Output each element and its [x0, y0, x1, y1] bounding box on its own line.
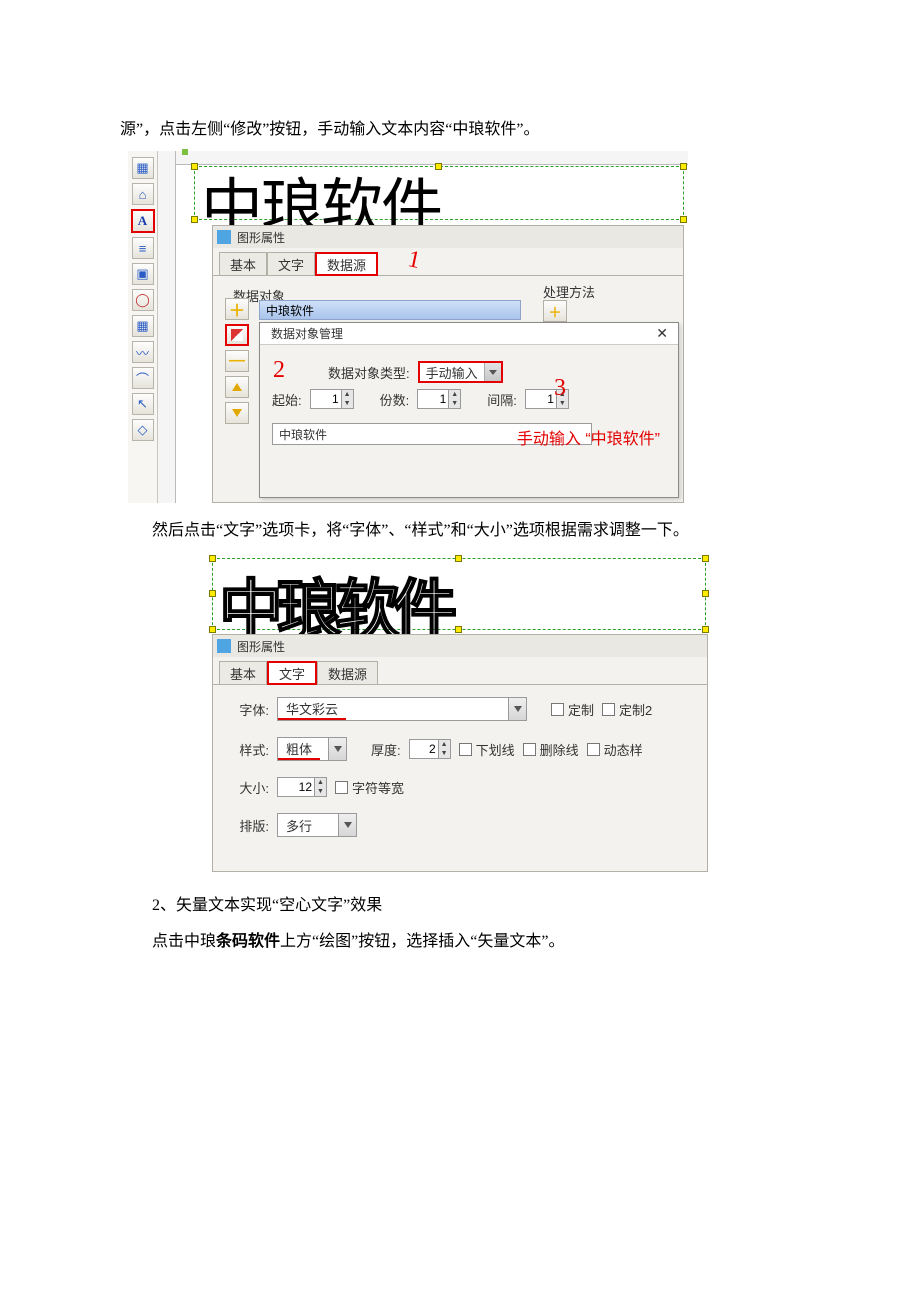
paragraph-3a: 2、矢量文本实现“空心文字”效果: [120, 888, 800, 923]
pencil-icon: [231, 329, 243, 341]
font-combo[interactable]: 华文彩云: [277, 697, 527, 721]
layout-label: 排版:: [229, 816, 269, 835]
screenshot-2: 中琅软件 图形属性 基本 文字 数据源 字体:: [208, 554, 712, 876]
tool-icon[interactable]: 〰: [132, 341, 154, 363]
add-process-button[interactable]: ＋: [543, 300, 567, 322]
text-tool-icon[interactable]: A: [131, 209, 155, 233]
chevron-down-icon[interactable]: [508, 698, 526, 720]
type-label: 数据对象类型:: [328, 363, 410, 382]
paragraph-2: 然后点击“文字”选项卡，将“字体”、“样式”和“大小”选项根据需求调整一下。: [120, 513, 800, 548]
font-value: 华文彩云: [278, 699, 346, 720]
panel-title-bar: 图形属性: [213, 226, 683, 248]
screenshot-1: ▦ ⌂ A ≡ ▣ ◯ ▦ 〰 ⌒ ↖ ◇ 中琅软件 图形属性: [128, 151, 688, 503]
data-object-dialog: 数据对象管理 ✕ 数据对象类型: 手动输入 起始:: [259, 322, 679, 498]
annotation-2: 2: [273, 357, 285, 384]
start-spin[interactable]: ▲▼: [310, 389, 354, 409]
custom1-checkbox[interactable]: 定制: [551, 700, 594, 719]
chevron-down-icon[interactable]: [328, 738, 346, 760]
paragraph-3b: 点击中琅条码软件上方“绘图”按钮，选择插入“矢量文本”。: [120, 924, 800, 959]
size-input[interactable]: [278, 778, 314, 796]
count-spin[interactable]: ▲▼: [417, 389, 461, 409]
count-label: 份数:: [380, 390, 410, 409]
panel-title: 图形属性: [237, 638, 285, 655]
underline-checkbox[interactable]: 下划线: [459, 740, 515, 759]
style-value: 粗体: [278, 739, 320, 760]
font-label: 字体:: [229, 700, 269, 719]
left-toolbar: ▦ ⌂ A ≡ ▣ ◯ ▦ 〰 ⌒ ↖ ◇: [128, 151, 158, 503]
thickness-input[interactable]: [410, 740, 438, 758]
arrow-down-icon: [232, 409, 242, 417]
dialog-title: 数据对象管理: [271, 325, 343, 342]
move-up-button[interactable]: [225, 376, 249, 398]
gap-input[interactable]: [526, 390, 556, 408]
thickness-spin[interactable]: ▲▼: [409, 739, 451, 759]
ruler-vertical: [158, 151, 176, 503]
tool-icon[interactable]: ↖: [132, 393, 154, 415]
tool-icon[interactable]: ▣: [132, 263, 154, 285]
type-combo[interactable]: 手动输入: [418, 361, 503, 383]
panel-title-bar: 图形属性: [213, 635, 707, 657]
paragraph-1: 源”，点击左侧“修改”按钮，手动输入文本内容“中琅软件”。: [120, 112, 800, 147]
remove-button[interactable]: —: [225, 350, 249, 372]
tool-icon[interactable]: ⌒: [132, 367, 154, 389]
panel-icon: [217, 230, 231, 244]
panel-icon: [217, 639, 231, 653]
type-value: 手动输入: [420, 363, 485, 381]
tool-icon[interactable]: ≡: [132, 237, 154, 259]
tab-basic[interactable]: 基本: [219, 252, 267, 276]
annotation-3: 3: [554, 375, 566, 402]
data-object-list-item[interactable]: 中琅软件: [259, 300, 521, 320]
style-label: 样式:: [229, 740, 269, 759]
tool-icon[interactable]: ◯: [132, 289, 154, 311]
start-label: 起始:: [272, 390, 302, 409]
tool-icon[interactable]: ▦: [132, 157, 154, 179]
tool-icon[interactable]: ⌂: [132, 183, 154, 205]
tabs: 基本 文字 数据源: [213, 248, 683, 276]
arrow-up-icon: [232, 383, 242, 391]
canvas-selection[interactable]: 中琅软件: [194, 166, 684, 220]
tool-icon[interactable]: ▦: [132, 315, 154, 337]
custom2-checkbox[interactable]: 定制2: [602, 700, 652, 719]
dialog-title-bar: 数据对象管理 ✕: [260, 323, 678, 345]
layout-value: 多行: [278, 816, 320, 835]
tab-data-source[interactable]: 数据源: [317, 661, 378, 685]
tab-basic[interactable]: 基本: [219, 661, 267, 685]
properties-panel-2: 图形属性 基本 文字 数据源 字体: 华文彩云 定制 定制2: [212, 634, 708, 872]
tabs: 基本 文字 数据源: [213, 657, 707, 685]
start-input[interactable]: [311, 390, 341, 408]
edit-button[interactable]: [225, 324, 249, 346]
tool-icon[interactable]: ◇: [132, 419, 154, 441]
style-combo[interactable]: 粗体: [277, 737, 347, 761]
panel-title: 图形属性: [237, 229, 285, 246]
dynamic-checkbox[interactable]: 动态样: [587, 740, 643, 759]
add-button[interactable]: ＋: [225, 298, 249, 320]
gap-label: 间隔:: [487, 390, 517, 409]
size-label: 大小:: [229, 778, 269, 797]
tab-text[interactable]: 文字: [267, 252, 315, 276]
canvas-selection-2[interactable]: 中琅软件: [212, 558, 706, 630]
red-annotation-note: 手动输入 “中琅软件”: [517, 425, 660, 449]
chevron-down-icon[interactable]: [338, 814, 356, 836]
tab-data-source[interactable]: 数据源: [315, 252, 378, 276]
thickness-label: 厚度:: [371, 740, 401, 759]
size-spin[interactable]: ▲▼: [277, 777, 327, 797]
count-input[interactable]: [418, 390, 448, 408]
group-process-method: 处理方法: [543, 282, 595, 301]
tab-text[interactable]: 文字: [267, 661, 317, 685]
chevron-down-icon[interactable]: [485, 363, 501, 381]
layout-combo[interactable]: 多行: [277, 813, 357, 837]
close-icon[interactable]: ✕: [652, 325, 672, 342]
strike-checkbox[interactable]: 删除线: [523, 740, 579, 759]
move-down-button[interactable]: [225, 402, 249, 424]
monowidth-checkbox[interactable]: 字符等宽: [335, 778, 404, 797]
side-buttons: ＋ —: [225, 298, 249, 424]
